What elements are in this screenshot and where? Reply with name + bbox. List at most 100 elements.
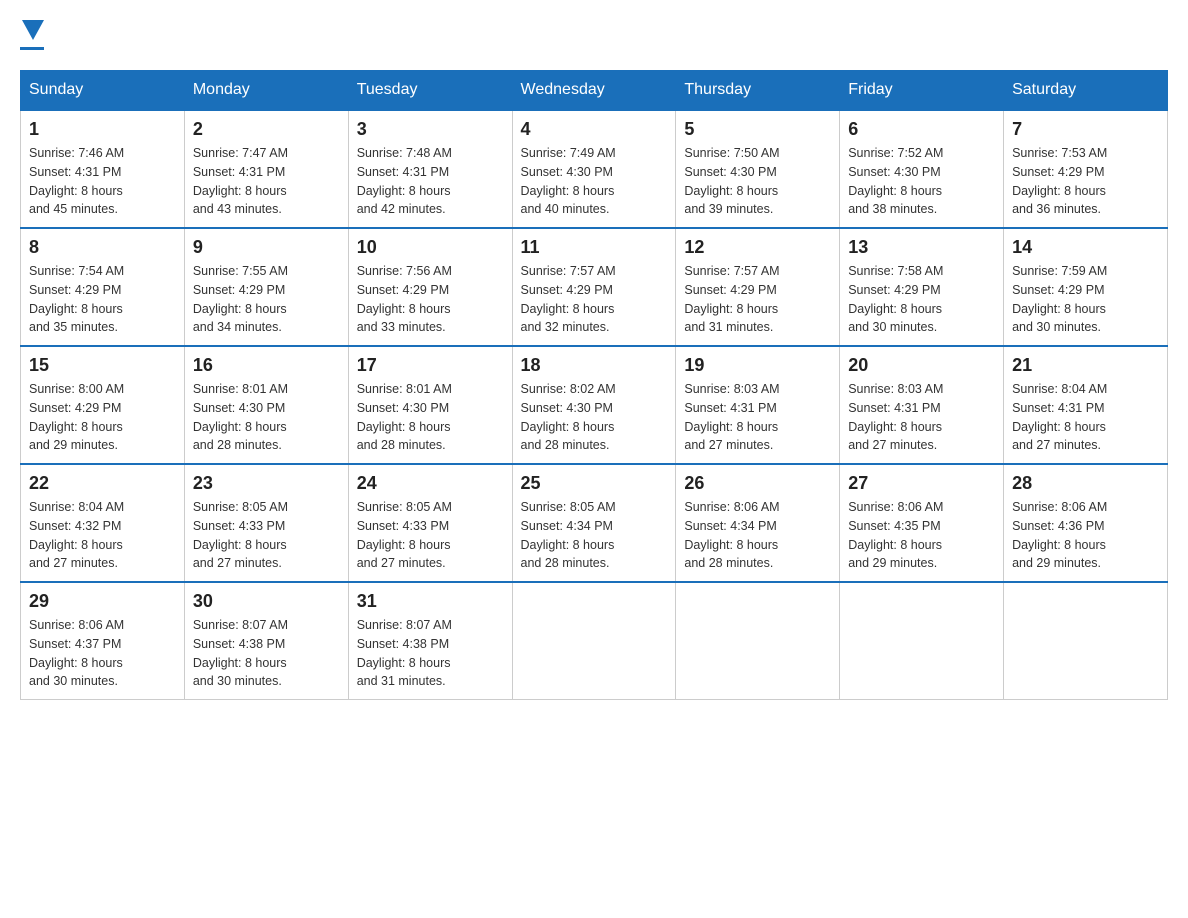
daylight-minutes-text: and 27 minutes.	[193, 556, 282, 570]
col-header-saturday: Saturday	[1004, 71, 1168, 111]
sunset-text: Sunset: 4:31 PM	[29, 165, 121, 179]
day-number: 30	[193, 591, 340, 612]
daylight-minutes-text: and 38 minutes.	[848, 202, 937, 216]
day-info: Sunrise: 8:04 AM Sunset: 4:32 PM Dayligh…	[29, 498, 176, 573]
sunrise-text: Sunrise: 7:54 AM	[29, 264, 124, 278]
daylight-text: Daylight: 8 hours	[684, 420, 778, 434]
day-info: Sunrise: 8:05 AM Sunset: 4:33 PM Dayligh…	[193, 498, 340, 573]
daylight-minutes-text: and 28 minutes.	[357, 438, 446, 452]
day-number: 29	[29, 591, 176, 612]
sunset-text: Sunset: 4:29 PM	[848, 283, 940, 297]
sunset-text: Sunset: 4:33 PM	[193, 519, 285, 533]
calendar-cell: 2 Sunrise: 7:47 AM Sunset: 4:31 PM Dayli…	[184, 110, 348, 228]
sunrise-text: Sunrise: 8:07 AM	[193, 618, 288, 632]
sunrise-text: Sunrise: 7:50 AM	[684, 146, 779, 160]
sunrise-text: Sunrise: 8:03 AM	[848, 382, 943, 396]
calendar-cell: 25 Sunrise: 8:05 AM Sunset: 4:34 PM Dayl…	[512, 464, 676, 582]
day-info: Sunrise: 7:52 AM Sunset: 4:30 PM Dayligh…	[848, 144, 995, 219]
calendar-cell: 24 Sunrise: 8:05 AM Sunset: 4:33 PM Dayl…	[348, 464, 512, 582]
calendar-cell: 5 Sunrise: 7:50 AM Sunset: 4:30 PM Dayli…	[676, 110, 840, 228]
calendar-cell: 3 Sunrise: 7:48 AM Sunset: 4:31 PM Dayli…	[348, 110, 512, 228]
sunset-text: Sunset: 4:31 PM	[684, 401, 776, 415]
calendar-cell: 13 Sunrise: 7:58 AM Sunset: 4:29 PM Dayl…	[840, 228, 1004, 346]
calendar-cell: 21 Sunrise: 8:04 AM Sunset: 4:31 PM Dayl…	[1004, 346, 1168, 464]
day-info: Sunrise: 8:03 AM Sunset: 4:31 PM Dayligh…	[848, 380, 995, 455]
daylight-text: Daylight: 8 hours	[357, 302, 451, 316]
day-info: Sunrise: 8:04 AM Sunset: 4:31 PM Dayligh…	[1012, 380, 1159, 455]
calendar-cell	[1004, 582, 1168, 700]
sunrise-text: Sunrise: 7:53 AM	[1012, 146, 1107, 160]
col-header-sunday: Sunday	[21, 71, 185, 111]
sunset-text: Sunset: 4:36 PM	[1012, 519, 1104, 533]
calendar-cell: 30 Sunrise: 8:07 AM Sunset: 4:38 PM Dayl…	[184, 582, 348, 700]
calendar-cell: 6 Sunrise: 7:52 AM Sunset: 4:30 PM Dayli…	[840, 110, 1004, 228]
col-header-wednesday: Wednesday	[512, 71, 676, 111]
day-info: Sunrise: 8:06 AM Sunset: 4:35 PM Dayligh…	[848, 498, 995, 573]
day-number: 7	[1012, 119, 1159, 140]
sunset-text: Sunset: 4:30 PM	[684, 165, 776, 179]
sunset-text: Sunset: 4:31 PM	[1012, 401, 1104, 415]
day-info: Sunrise: 7:49 AM Sunset: 4:30 PM Dayligh…	[521, 144, 668, 219]
daylight-minutes-text: and 34 minutes.	[193, 320, 282, 334]
sunset-text: Sunset: 4:32 PM	[29, 519, 121, 533]
daylight-text: Daylight: 8 hours	[848, 538, 942, 552]
daylight-text: Daylight: 8 hours	[1012, 184, 1106, 198]
sunrise-text: Sunrise: 8:00 AM	[29, 382, 124, 396]
sunrise-text: Sunrise: 8:05 AM	[357, 500, 452, 514]
sunset-text: Sunset: 4:30 PM	[193, 401, 285, 415]
daylight-minutes-text: and 43 minutes.	[193, 202, 282, 216]
sunrise-text: Sunrise: 8:02 AM	[521, 382, 616, 396]
daylight-minutes-text: and 28 minutes.	[684, 556, 773, 570]
day-number: 15	[29, 355, 176, 376]
sunrise-text: Sunrise: 8:07 AM	[357, 618, 452, 632]
daylight-minutes-text: and 35 minutes.	[29, 320, 118, 334]
day-info: Sunrise: 7:50 AM Sunset: 4:30 PM Dayligh…	[684, 144, 831, 219]
day-info: Sunrise: 7:47 AM Sunset: 4:31 PM Dayligh…	[193, 144, 340, 219]
daylight-text: Daylight: 8 hours	[29, 656, 123, 670]
day-info: Sunrise: 8:06 AM Sunset: 4:36 PM Dayligh…	[1012, 498, 1159, 573]
daylight-text: Daylight: 8 hours	[357, 184, 451, 198]
logo	[20, 20, 44, 50]
day-number: 12	[684, 237, 831, 258]
daylight-minutes-text: and 28 minutes.	[521, 438, 610, 452]
day-number: 3	[357, 119, 504, 140]
daylight-text: Daylight: 8 hours	[1012, 420, 1106, 434]
calendar-table: SundayMondayTuesdayWednesdayThursdayFrid…	[20, 70, 1168, 700]
sunrise-text: Sunrise: 8:06 AM	[1012, 500, 1107, 514]
day-info: Sunrise: 7:48 AM Sunset: 4:31 PM Dayligh…	[357, 144, 504, 219]
sunrise-text: Sunrise: 7:56 AM	[357, 264, 452, 278]
day-number: 4	[521, 119, 668, 140]
daylight-minutes-text: and 27 minutes.	[1012, 438, 1101, 452]
day-number: 8	[29, 237, 176, 258]
day-number: 13	[848, 237, 995, 258]
day-info: Sunrise: 7:46 AM Sunset: 4:31 PM Dayligh…	[29, 144, 176, 219]
daylight-text: Daylight: 8 hours	[193, 538, 287, 552]
day-info: Sunrise: 8:00 AM Sunset: 4:29 PM Dayligh…	[29, 380, 176, 455]
sunset-text: Sunset: 4:34 PM	[521, 519, 613, 533]
calendar-cell: 15 Sunrise: 8:00 AM Sunset: 4:29 PM Dayl…	[21, 346, 185, 464]
day-number: 2	[193, 119, 340, 140]
sunrise-text: Sunrise: 8:01 AM	[357, 382, 452, 396]
daylight-minutes-text: and 45 minutes.	[29, 202, 118, 216]
daylight-minutes-text: and 27 minutes.	[684, 438, 773, 452]
sunset-text: Sunset: 4:35 PM	[848, 519, 940, 533]
day-info: Sunrise: 8:01 AM Sunset: 4:30 PM Dayligh…	[193, 380, 340, 455]
logo-full	[20, 20, 44, 50]
day-number: 17	[357, 355, 504, 376]
daylight-minutes-text: and 33 minutes.	[357, 320, 446, 334]
calendar-cell	[840, 582, 1004, 700]
daylight-text: Daylight: 8 hours	[357, 656, 451, 670]
sunset-text: Sunset: 4:34 PM	[684, 519, 776, 533]
calendar-cell: 16 Sunrise: 8:01 AM Sunset: 4:30 PM Dayl…	[184, 346, 348, 464]
calendar-cell: 17 Sunrise: 8:01 AM Sunset: 4:30 PM Dayl…	[348, 346, 512, 464]
day-number: 14	[1012, 237, 1159, 258]
logo-divider	[20, 47, 44, 50]
sunset-text: Sunset: 4:29 PM	[1012, 165, 1104, 179]
daylight-minutes-text: and 29 minutes.	[29, 438, 118, 452]
daylight-text: Daylight: 8 hours	[357, 538, 451, 552]
sunrise-text: Sunrise: 8:01 AM	[193, 382, 288, 396]
day-number: 16	[193, 355, 340, 376]
sunset-text: Sunset: 4:37 PM	[29, 637, 121, 651]
day-info: Sunrise: 8:06 AM Sunset: 4:34 PM Dayligh…	[684, 498, 831, 573]
calendar-header-row: SundayMondayTuesdayWednesdayThursdayFrid…	[21, 71, 1168, 111]
